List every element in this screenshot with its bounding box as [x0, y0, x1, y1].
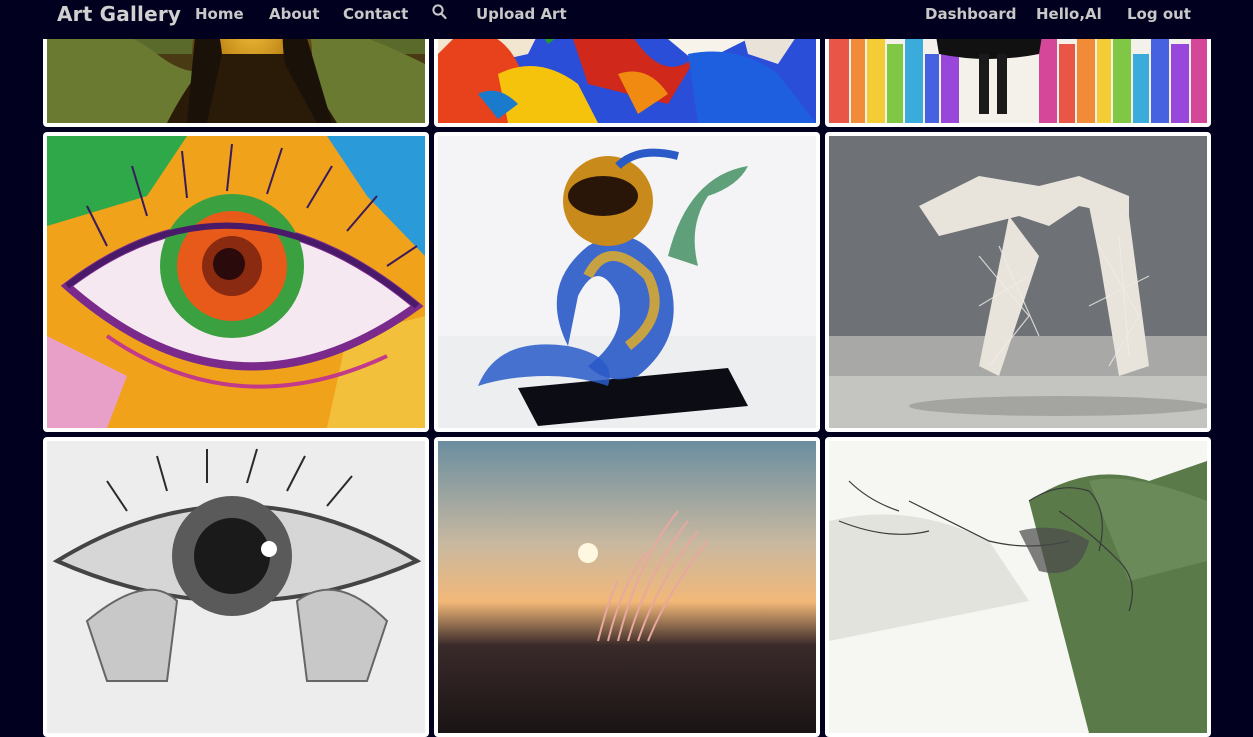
top-navbar: Art Gallery Home About Contact Upload Ar…	[0, 0, 1253, 39]
nav-contact[interactable]: Contact	[343, 5, 408, 23]
artwork-image-wire-fairy	[829, 441, 1207, 733]
artwork-image-glass-sculpture	[438, 136, 816, 428]
artwork-card[interactable]	[434, 437, 820, 737]
nav-dashboard[interactable]: Dashboard	[925, 5, 1016, 23]
nav-home[interactable]: Home	[195, 5, 244, 23]
nav-upload-art[interactable]: Upload Art	[476, 5, 567, 23]
search-icon[interactable]	[432, 4, 447, 25]
artwork-image-wire-hands	[829, 136, 1207, 428]
user-greeting[interactable]: Hello,Al	[1036, 5, 1102, 23]
nav-about[interactable]: About	[269, 5, 320, 23]
artwork-card[interactable]	[825, 437, 1211, 737]
artwork-image-pencil-eye	[47, 441, 425, 733]
logout-button[interactable]: Log out	[1127, 5, 1191, 23]
artwork-card[interactable]	[825, 132, 1211, 432]
artwork-card[interactable]	[43, 437, 429, 737]
site-brand[interactable]: Art Gallery	[57, 2, 181, 26]
artwork-card[interactable]	[434, 132, 820, 432]
artwork-image-colorful-eye	[47, 136, 425, 428]
art-gallery-grid	[0, 0, 1253, 737]
artwork-image-sunset-feather	[438, 441, 816, 733]
artwork-card[interactable]	[43, 132, 429, 432]
